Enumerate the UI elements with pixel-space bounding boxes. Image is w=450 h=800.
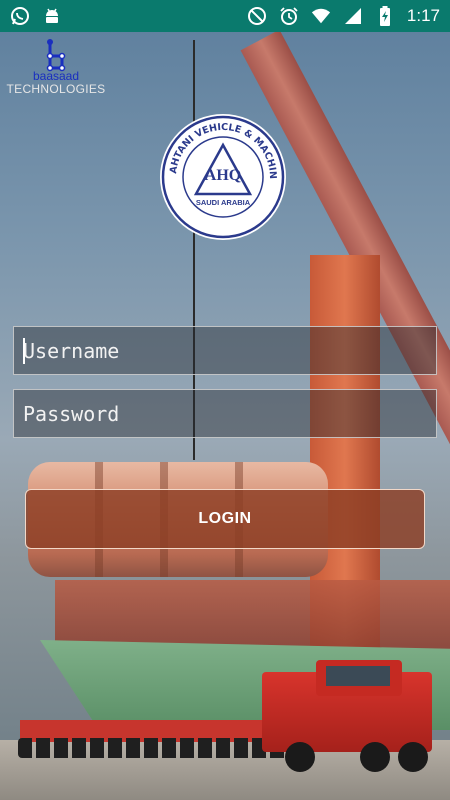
username-input[interactable]: [14, 327, 436, 374]
android-icon: [42, 6, 62, 26]
username-field[interactable]: [13, 326, 437, 375]
brand-tagline: TECHNOLOGIES: [6, 82, 106, 96]
whatsapp-icon: [10, 6, 30, 26]
do-not-disturb-icon: [247, 6, 267, 26]
password-input[interactable]: [14, 390, 436, 437]
login-screen: 1:17 baasaad TECHNOLOGIES AL-QAHTANI VEH…: [0, 0, 450, 800]
seal-country-text: SAUDI ARABIA: [196, 198, 251, 207]
battery-charging-icon: [375, 6, 395, 26]
password-field[interactable]: [13, 389, 437, 438]
seal-center-text: AHQ: [205, 167, 241, 184]
brand-name: baasaad: [32, 69, 80, 83]
signal-icon: [343, 6, 363, 26]
wifi-icon: [311, 6, 331, 26]
clock-time: 1:17: [406, 6, 440, 25]
baasaad-logo-icon: [46, 39, 66, 72]
brand-logo: baasaad TECHNOLOGIES: [6, 38, 106, 96]
status-bar: 1:17: [0, 0, 450, 32]
alarm-icon: [279, 6, 299, 26]
company-seal-logo: AL-QAHTANI VEHICLE & MACHINERY AHQ SAUDI…: [158, 112, 286, 240]
text-cursor: [23, 338, 25, 364]
login-button[interactable]: LOGIN: [25, 489, 425, 549]
